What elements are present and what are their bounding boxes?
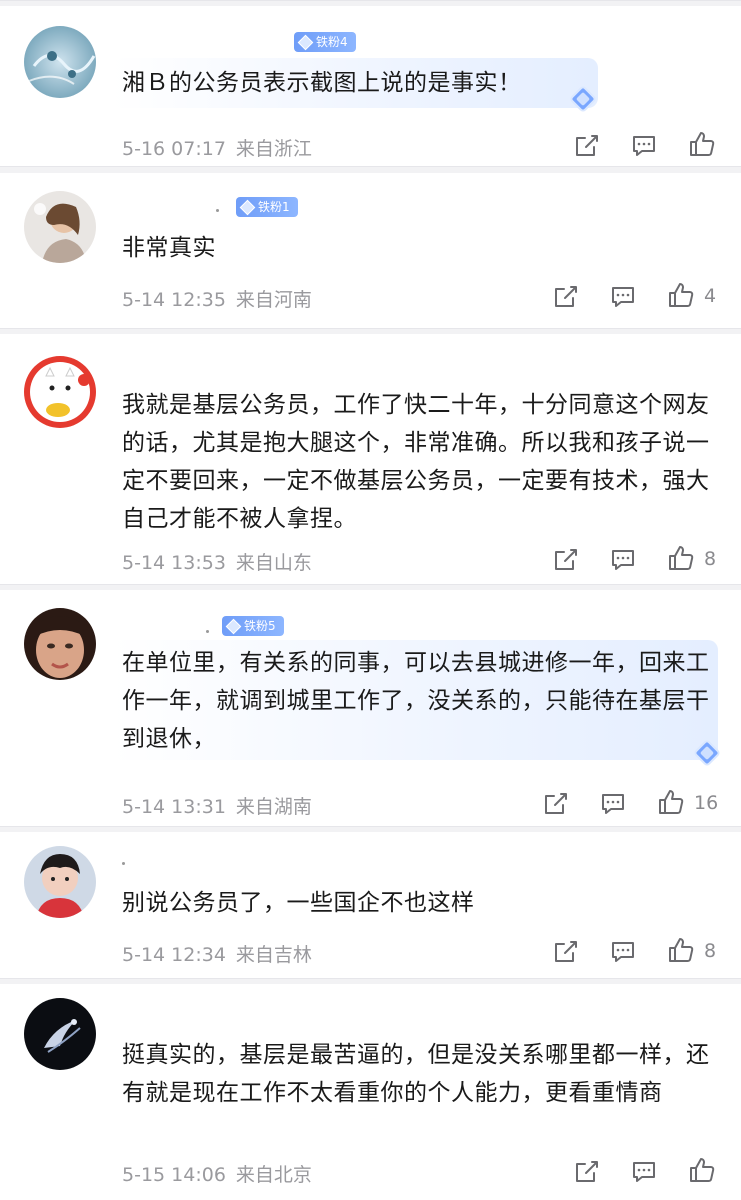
share-icon <box>555 941 577 962</box>
avatar[interactable] <box>24 608 96 680</box>
comment-button[interactable] <box>630 132 658 160</box>
fan-badge[interactable]: 铁粉4 <box>294 32 356 52</box>
comment-time: 5-14 13:31 <box>122 796 226 818</box>
diamond-icon <box>297 34 314 50</box>
comment-text: 挺真实的，基层是最苦逼的，但是没关系哪里都一样，还有就是现在工作不太看重你的个人… <box>122 1042 710 1106</box>
comment-location: 来自浙江 <box>235 138 312 160</box>
fan-badge[interactable]: 铁粉1 <box>236 197 298 217</box>
dot <box>206 630 209 633</box>
diamond-decoration-icon <box>570 86 596 112</box>
avatar[interactable] <box>24 356 96 428</box>
comment-button[interactable] <box>630 1158 658 1186</box>
like-button[interactable] <box>688 1156 716 1184</box>
thumbs-up-icon <box>690 132 715 156</box>
comment-card: 铁粉5 在单位里，有关系的同事，可以去县城进修一年，回来工作一年，就调到城里工作… <box>0 590 741 826</box>
comment-card: 铁粉1 非常真实 5-14 12:35 来自河南 4 <box>0 173 741 328</box>
comment-icon <box>633 136 655 156</box>
comment-meta: 5-14 12:35 来自河南 <box>122 285 312 312</box>
comment-button[interactable] <box>609 938 637 966</box>
avatar[interactable] <box>24 26 96 98</box>
comment-icon <box>633 1162 655 1182</box>
thumbs-up-icon <box>669 938 694 962</box>
share-icon <box>555 549 577 570</box>
diamond-icon <box>239 199 256 215</box>
separator <box>0 166 741 173</box>
comment-time: 5-14 13:53 <box>122 552 226 574</box>
share-icon <box>576 1161 598 1182</box>
like-button[interactable] <box>688 130 716 158</box>
like-button[interactable] <box>667 281 695 309</box>
avatar[interactable] <box>24 998 96 1070</box>
comment-icon <box>612 942 634 962</box>
comment-text: 在单位里，有关系的同事，可以去县城进修一年，回来工作一年，就调到城里工作了，没关… <box>122 650 710 752</box>
thumbs-up-icon <box>669 283 694 307</box>
comment-card: 别说公务员了，一些国企不也这样 5-14 12:34 来自吉林 8 <box>0 832 741 978</box>
share-button[interactable] <box>572 132 600 160</box>
like-button[interactable] <box>667 544 695 572</box>
fan-badge[interactable]: 铁粉5 <box>222 616 284 636</box>
comment-meta: 5-14 13:31 来自湖南 <box>122 792 312 819</box>
comment-meta: 5-14 13:53 来自山东 <box>122 548 312 575</box>
comment-meta: 5-14 12:34 来自吉林 <box>122 940 312 967</box>
like-button[interactable] <box>667 936 695 964</box>
comment-text: 我就是基层公务员，工作了快二十年，十分同意这个网友的话，尤其是抱大腿这个，非常准… <box>122 392 710 532</box>
comment-text: 非常真实 <box>122 235 216 261</box>
comment-time: 5-15 14:06 <box>122 1164 226 1186</box>
comment-icon <box>612 550 634 570</box>
like-count: 8 <box>704 548 717 570</box>
thumbs-up-icon <box>690 1158 715 1182</box>
share-button[interactable] <box>551 938 579 966</box>
dot <box>216 209 219 212</box>
comment-time: 5-14 12:35 <box>122 289 226 311</box>
like-count: 4 <box>704 285 717 307</box>
comment-card: 挺真实的，基层是最苦逼的，但是没关系哪里都一样，还有就是现在工作不太看重你的个人… <box>0 984 741 1200</box>
comment-location: 来自吉林 <box>235 944 312 966</box>
comment-icon <box>602 794 624 814</box>
comment-text: 别说公务员了，一些国企不也这样 <box>122 890 475 916</box>
diamond-icon <box>225 618 242 634</box>
like-count: 8 <box>704 940 717 962</box>
like-count: 16 <box>694 792 719 814</box>
avatar[interactable] <box>24 191 96 263</box>
share-icon <box>545 793 567 814</box>
comment-button[interactable] <box>599 790 627 818</box>
share-button[interactable] <box>541 790 569 818</box>
comment-card: 铁粉4 湘Ｂ的公务员表示截图上说的是事实！ 5-16 07:17 来自浙江 <box>0 6 741 166</box>
comment-button[interactable] <box>609 283 637 311</box>
share-button[interactable] <box>551 283 579 311</box>
share-button[interactable] <box>551 546 579 574</box>
avatar[interactable] <box>24 846 96 918</box>
thumbs-up-icon <box>669 546 694 570</box>
thumbs-up-icon <box>659 790 684 814</box>
share-icon <box>576 135 598 156</box>
like-button[interactable] <box>657 788 685 816</box>
comment-location: 来自北京 <box>235 1164 312 1186</box>
comment-location: 来自山东 <box>235 552 312 574</box>
comment-location: 来自河南 <box>235 289 312 311</box>
dot <box>122 862 125 865</box>
comment-time: 5-16 07:17 <box>122 138 226 160</box>
comment-time: 5-14 12:34 <box>122 944 226 966</box>
comment-icon <box>612 287 634 307</box>
share-icon <box>555 286 577 307</box>
share-button[interactable] <box>572 1158 600 1186</box>
comment-card: 我就是基层公务员，工作了快二十年，十分同意这个网友的话，尤其是抱大腿这个，非常准… <box>0 334 741 584</box>
diamond-decoration-icon <box>694 740 720 766</box>
comment-meta: 5-15 14:06 来自北京 <box>122 1160 312 1187</box>
comment-text: 湘Ｂ的公务员表示截图上说的是事实！ <box>122 70 522 96</box>
comment-button[interactable] <box>609 546 637 574</box>
comment-location: 来自湖南 <box>235 796 312 818</box>
comment-meta: 5-16 07:17 来自浙江 <box>122 134 312 161</box>
